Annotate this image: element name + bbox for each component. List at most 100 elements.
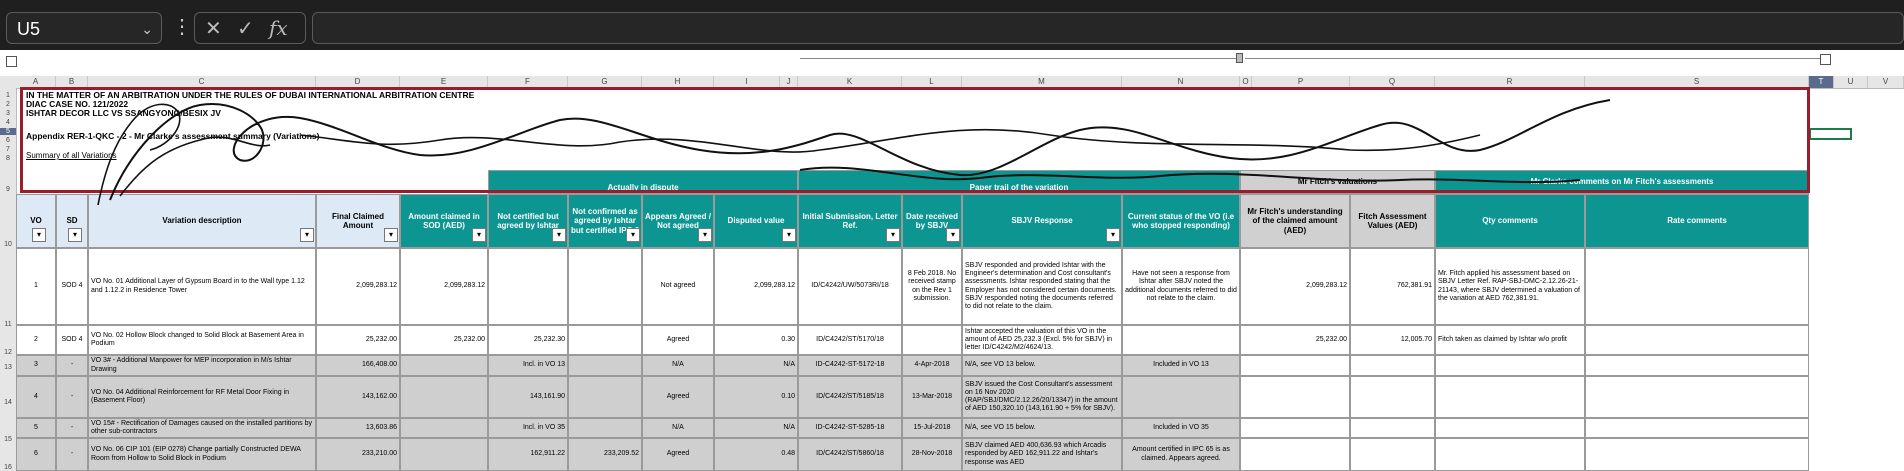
filter-dropdown-icon[interactable]: ▾ <box>472 228 486 242</box>
table-cell-fv[interactable]: 762,381.91 <box>1350 248 1435 325</box>
row-header[interactable]: 7 <box>0 146 16 153</box>
table-cell-disputed[interactable]: 0.48 <box>714 438 798 471</box>
table-cell-agreed[interactable]: Agreed <box>642 438 714 471</box>
table-cell-sod[interactable]: 2,099,283.12 <box>400 248 488 325</box>
table-cell-date[interactable]: 15-Jul-2018 <box>902 418 962 438</box>
enter-icon[interactable]: ✓ <box>237 16 254 41</box>
name-box[interactable]: U5 ⌄ <box>6 12 162 44</box>
table-cell-agreed[interactable]: N/A <box>642 418 714 438</box>
outline-level-button[interactable] <box>6 56 17 67</box>
table-cell-sd[interactable]: - <box>56 418 88 438</box>
table-cell-fv[interactable] <box>1350 438 1435 471</box>
table-cell-sod[interactable] <box>400 355 488 376</box>
table-cell-sd[interactable]: SOD 4 <box>56 248 88 325</box>
table-cell-date[interactable]: 13-Mar-2018 <box>902 376 962 418</box>
table-cell-sod[interactable]: 25,232.00 <box>400 325 488 355</box>
table-cell-sd[interactable]: - <box>56 438 88 471</box>
table-cell-desc[interactable]: VO No. 06 CIP 101 (EIP 0278) Change part… <box>88 438 316 471</box>
table-cell-desc[interactable]: VO No. 04 Additional Reinforcement for R… <box>88 376 316 418</box>
row-header[interactable]: 14 <box>0 399 16 406</box>
row-header[interactable]: 16 <box>0 464 16 471</box>
table-cell-disputed[interactable]: N/A <box>714 418 798 438</box>
table-cell-status[interactable]: Amount certified in IPC 65 is as claimed… <box>1122 438 1240 471</box>
filter-dropdown-icon[interactable]: ▾ <box>782 228 796 242</box>
table-cell-vo[interactable]: 4 <box>16 376 56 418</box>
table-cell-sod[interactable] <box>400 376 488 418</box>
table-cell-vo[interactable]: 3 <box>16 355 56 376</box>
row-header[interactable]: 11 <box>0 321 16 328</box>
table-cell-agreed[interactable]: Agreed <box>642 376 714 418</box>
table-cell-resp[interactable]: N/A, see VO 13 below. <box>962 355 1122 376</box>
filter-dropdown-icon[interactable]: ▾ <box>552 228 566 242</box>
table-cell-qty[interactable] <box>1435 355 1585 376</box>
table-cell-sd[interactable]: - <box>56 376 88 418</box>
table-cell-sod[interactable] <box>400 438 488 471</box>
table-cell-fu[interactable] <box>1240 355 1350 376</box>
filter-dropdown-icon[interactable]: ▾ <box>698 228 712 242</box>
table-cell-resp[interactable]: Ishtar accepted the valuation of this VO… <box>962 325 1122 355</box>
table-cell-sd[interactable]: - <box>56 355 88 376</box>
table-cell-final[interactable]: 13,603.86 <box>316 418 400 438</box>
table-cell-date[interactable] <box>902 325 962 355</box>
table-cell-ncf[interactable] <box>568 325 642 355</box>
table-cell-fu[interactable] <box>1240 418 1350 438</box>
column-header[interactable]: V <box>1868 76 1904 88</box>
table-cell-disputed[interactable]: 0.10 <box>714 376 798 418</box>
table-cell-nc[interactable]: 143,161.90 <box>488 376 568 418</box>
table-cell-fv[interactable] <box>1350 418 1435 438</box>
outline-collapse-button[interactable] <box>1820 54 1831 65</box>
table-cell-final[interactable]: 233,210.00 <box>316 438 400 471</box>
row-header[interactable]: 15 <box>0 436 16 443</box>
filter-dropdown-icon[interactable]: ▾ <box>1106 228 1120 242</box>
table-cell-fv[interactable] <box>1350 355 1435 376</box>
table-cell-ncf[interactable]: 233,209.52 <box>568 438 642 471</box>
table-cell-rate[interactable] <box>1585 376 1809 418</box>
table-cell-qty[interactable] <box>1435 376 1585 418</box>
table-cell-final[interactable]: 166,408.00 <box>316 355 400 376</box>
table-cell-ncf[interactable] <box>568 355 642 376</box>
table-cell-ref[interactable]: ID-C4242-ST-5172-18 <box>798 355 902 376</box>
table-cell-fu[interactable]: 2,099,283.12 <box>1240 248 1350 325</box>
table-cell-sd[interactable]: SOD 4 <box>56 325 88 355</box>
row-header[interactable]: 9 <box>0 186 16 193</box>
filter-dropdown-icon[interactable]: ▾ <box>626 228 640 242</box>
column-header-selected[interactable]: T <box>1809 76 1834 88</box>
table-cell-agreed[interactable]: N/A <box>642 355 714 376</box>
table-cell-disputed[interactable]: 2,099,283.12 <box>714 248 798 325</box>
table-cell-resp[interactable]: SBJV responded and provided Ishtar with … <box>962 248 1122 325</box>
filter-dropdown-icon[interactable]: ▾ <box>384 228 398 242</box>
table-cell-final[interactable]: 143,162.00 <box>316 376 400 418</box>
table-cell-ncf[interactable] <box>568 248 642 325</box>
insert-function-icon[interactable]: fx <box>269 16 288 40</box>
cancel-icon[interactable]: ✕ <box>205 16 222 41</box>
table-cell-ncf[interactable] <box>568 418 642 438</box>
column-header[interactable]: U <box>1834 76 1868 88</box>
filter-dropdown-icon[interactable]: ▾ <box>886 228 900 242</box>
table-cell-sod[interactable] <box>400 418 488 438</box>
filter-dropdown-icon[interactable]: ▾ <box>946 228 960 242</box>
table-cell-ref[interactable]: ID/C4242/ST/5170/18 <box>798 325 902 355</box>
table-cell-final[interactable]: 25,232.00 <box>316 325 400 355</box>
row-header[interactable]: 8 <box>0 155 16 162</box>
filter-dropdown-icon[interactable]: ▾ <box>68 228 82 242</box>
selected-cell[interactable] <box>1809 128 1852 140</box>
table-cell-rate[interactable] <box>1585 418 1809 438</box>
table-cell-fu[interactable]: 25,232.00 <box>1240 325 1350 355</box>
table-cell-fv[interactable]: 12,005.70 <box>1350 325 1435 355</box>
table-cell-rate[interactable] <box>1585 325 1809 355</box>
table-cell-status[interactable]: Included in VO 35 <box>1122 418 1240 438</box>
table-cell-vo[interactable]: 2 <box>16 325 56 355</box>
table-cell-ref[interactable]: ID/C4242/ST/5185/18 <box>798 376 902 418</box>
table-cell-disputed[interactable]: N/A <box>714 355 798 376</box>
row-header[interactable]: 3 <box>0 110 16 117</box>
table-cell-vo[interactable]: 6 <box>16 438 56 471</box>
table-cell-vo[interactable]: 1 <box>16 248 56 325</box>
row-header-selected[interactable]: 5 <box>0 128 16 135</box>
table-cell-vo[interactable]: 5 <box>16 418 56 438</box>
table-cell-resp[interactable]: SBJV claimed AED 400,636.93 which Arcadi… <box>962 438 1122 471</box>
table-cell-ref[interactable]: ID/C4242/UW/5073RI/18 <box>798 248 902 325</box>
table-cell-desc[interactable]: VO No. 02 Hollow Block changed to Solid … <box>88 325 316 355</box>
table-cell-fu[interactable] <box>1240 376 1350 418</box>
table-cell-nc[interactable]: 25,232.30 <box>488 325 568 355</box>
table-cell-desc[interactable]: VO No. 01 Additional Layer of Gypsum Boa… <box>88 248 316 325</box>
